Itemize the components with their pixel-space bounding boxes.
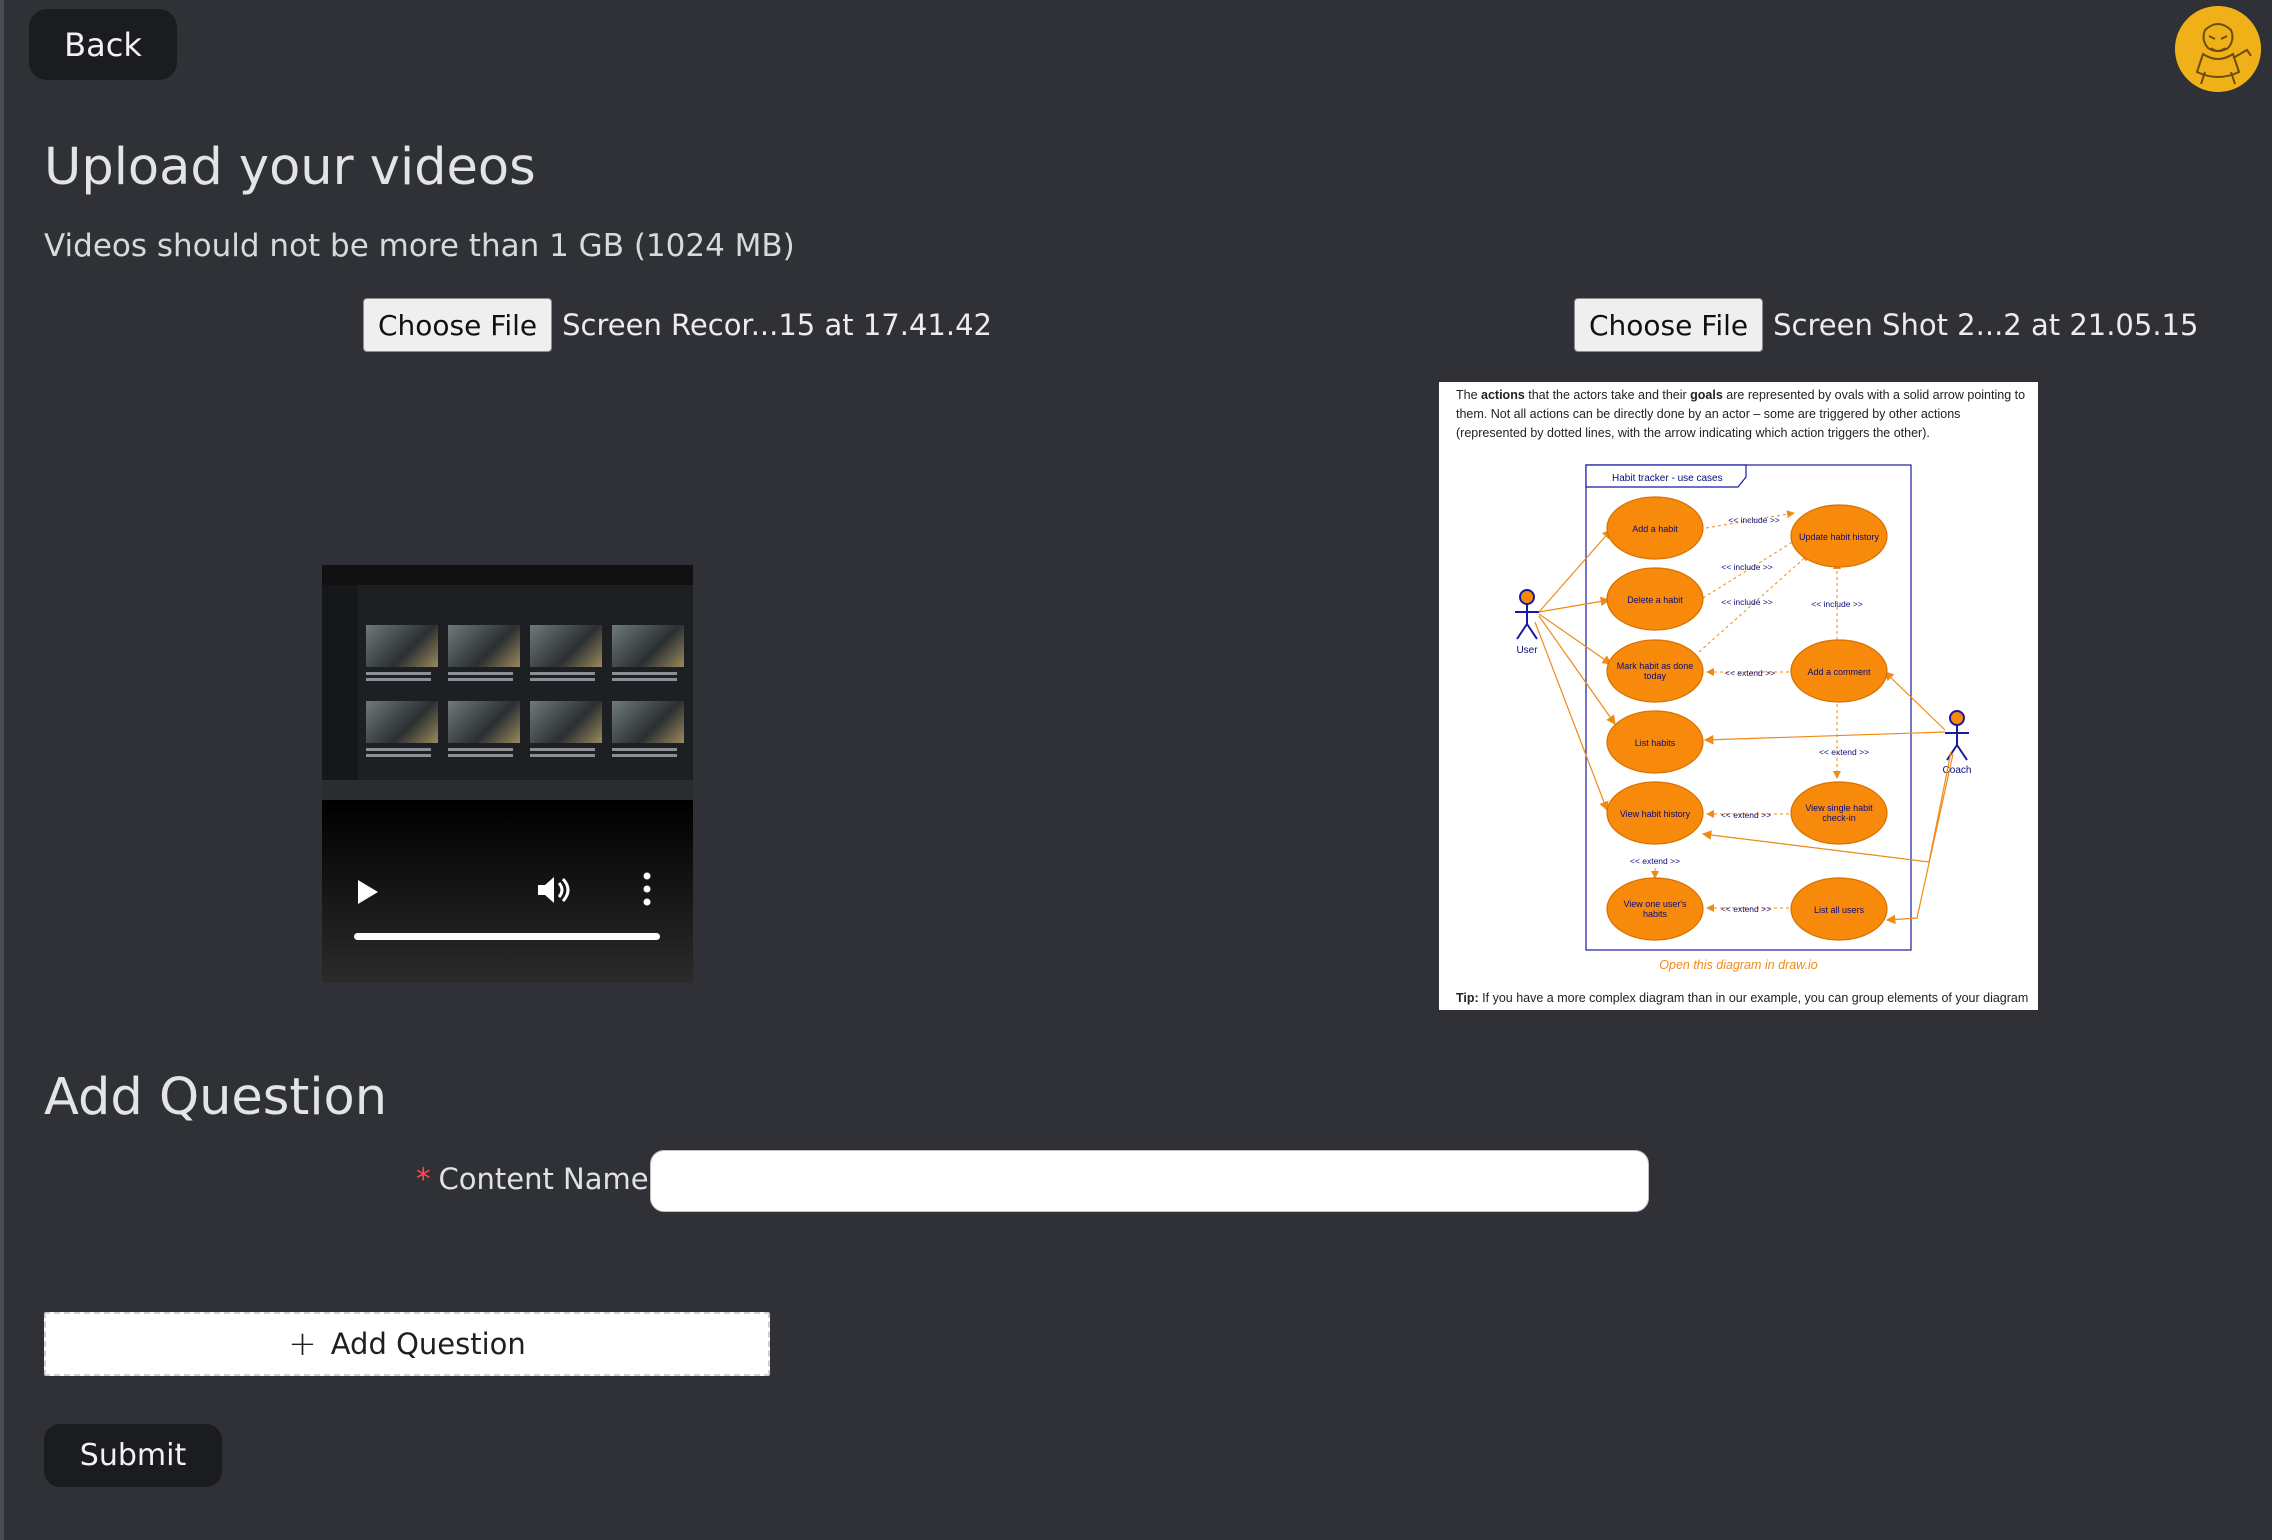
required-mark: *	[416, 1162, 431, 1196]
actor-associations	[1534, 529, 1954, 925]
use-case-label: Mark habit as done	[1617, 661, 1694, 671]
use-case-label: habits	[1643, 909, 1668, 919]
upload-size-note: Videos should not be more than 1 GB (102…	[44, 228, 795, 264]
video-frame-thumbnail-caption	[530, 669, 602, 683]
video-file-picker: Choose File Screen Recor...15 at 17.41.4…	[363, 298, 992, 352]
coach-actor-icon	[1945, 710, 1969, 761]
image-file-picker: Choose File Screen Shot 2...2 at 21.05.1…	[1574, 298, 2198, 352]
use-case-label: check-in	[1822, 813, 1856, 823]
choose-video-file-button[interactable]: Choose File	[363, 298, 553, 352]
upload-title: Upload your videos	[44, 138, 536, 197]
video-frame-thumbnail-caption	[366, 669, 438, 683]
more-options-icon[interactable]	[642, 871, 652, 907]
use-case-label: Add a habit	[1632, 524, 1678, 534]
video-frame-thumbnail-caption	[612, 745, 684, 759]
left-edge-divider	[0, 0, 4, 1540]
use-case-label: Add a comment	[1807, 667, 1871, 677]
video-frame-thumbnail	[530, 625, 602, 667]
video-frame-thumbnail	[366, 625, 438, 667]
extend-label: << extend >>	[1725, 668, 1775, 678]
extend-label: << extend >>	[1721, 810, 1771, 820]
video-frame-thumbnail-caption	[448, 669, 520, 683]
user-actor-label: User	[1516, 645, 1538, 656]
add-question-title: Add Question	[44, 1068, 388, 1127]
video-frame-thumbnail-caption	[530, 745, 602, 759]
video-frame-thumbnail	[612, 701, 684, 743]
image-preview: The actions that the actors take and the…	[1439, 382, 2038, 1010]
add-question-button[interactable]: + Add Question	[44, 1312, 770, 1376]
include-label: << include >>	[1721, 562, 1773, 572]
video-frame-thumbnail	[366, 701, 438, 743]
use-case-label: List habits	[1635, 738, 1676, 748]
user-actor-icon	[1515, 589, 1539, 640]
include-label: << include >>	[1811, 599, 1863, 609]
video-frame-thumbnail-caption	[448, 745, 520, 759]
use-case-label: View single habit	[1805, 803, 1873, 813]
use-case-label: View one user's	[1623, 899, 1687, 909]
use-case-label: Update habit history	[1799, 532, 1880, 542]
avatar-illustration	[2175, 6, 2261, 92]
use-case-label: today	[1644, 671, 1667, 681]
use-case-label: Delete a habit	[1627, 595, 1683, 605]
extend-label: << extend >>	[1721, 904, 1771, 914]
content-name-label-text: Content Name	[438, 1162, 649, 1196]
back-button[interactable]: Back	[29, 9, 177, 80]
dependency-arrows	[1651, 510, 1841, 912]
video-progress-bar[interactable]	[354, 933, 660, 940]
video-frame-thumbnail	[612, 625, 684, 667]
video-frame-browser-bar	[322, 565, 693, 585]
mascot-avatar-icon[interactable]	[2175, 6, 2261, 92]
extend-label: << extend >>	[1630, 856, 1680, 866]
video-frame-thumbnail	[448, 625, 520, 667]
extend-label: << extend >>	[1819, 747, 1869, 757]
video-frame-thumbnail	[448, 701, 520, 743]
use-case-label: List all users	[1814, 905, 1865, 915]
use-case-label: View habit history	[1620, 809, 1691, 819]
add-question-label: Add Question	[330, 1327, 526, 1361]
video-preview-player[interactable]	[322, 565, 693, 983]
volume-icon[interactable]	[532, 870, 572, 910]
open-in-drawio-link[interactable]: Open this diagram in draw.io	[1439, 958, 2038, 972]
video-frame-dock	[322, 780, 693, 800]
image-file-name: Screen Shot 2...2 at 21.05.15	[1773, 308, 2199, 342]
video-frame	[322, 565, 693, 800]
video-frame-thumbnail-caption	[612, 669, 684, 683]
include-label: << include >>	[1728, 515, 1780, 525]
include-label: << include >>	[1721, 597, 1773, 607]
play-icon[interactable]	[358, 880, 378, 904]
frame-title: Habit tracker - use cases	[1612, 473, 1723, 484]
video-frame-thumbnail	[530, 701, 602, 743]
use-case-diagram: Habit tracker - use cases User Coach << …	[1515, 464, 1971, 951]
choose-image-file-button[interactable]: Choose File	[1574, 298, 1764, 352]
video-frame-thumbnail-caption	[366, 745, 438, 759]
plus-icon: +	[288, 1324, 317, 1364]
video-frame-sidebar	[322, 585, 358, 780]
content-name-label: *Content Name:	[416, 1162, 658, 1196]
submit-button[interactable]: Submit	[44, 1424, 222, 1487]
diagram-tip: Tip: If you have a more complex diagram …	[1456, 991, 2029, 1005]
video-file-name: Screen Recor...15 at 17.41.42	[562, 308, 992, 342]
content-name-input[interactable]	[650, 1150, 1649, 1212]
